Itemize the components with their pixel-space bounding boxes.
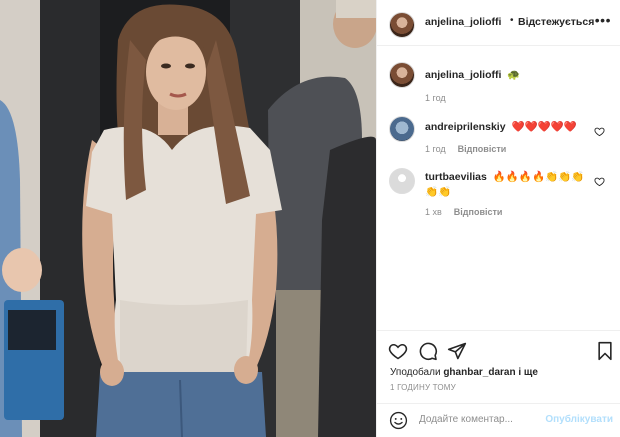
- bookmark-icon[interactable]: [595, 341, 615, 361]
- send-icon[interactable]: [447, 341, 467, 361]
- comment-time[interactable]: 1 год: [425, 144, 446, 154]
- post-photo-illustration: [0, 0, 376, 437]
- comment-icon[interactable]: [418, 341, 438, 361]
- comment-meta: 1 год Відповісти: [425, 144, 506, 154]
- likes-prefix: Уподобали: [390, 367, 441, 378]
- likes-summary: Уподобали ghanbar_daran і ще: [390, 367, 538, 378]
- caption-text-line: anjelina_jolioffi 🐢: [425, 68, 593, 83]
- more-horizontal-icon[interactable]: •••: [595, 13, 611, 27]
- likes-user[interactable]: ghanbar_daran: [443, 367, 515, 378]
- reply-button[interactable]: Відповісти: [454, 207, 503, 217]
- caption-text: 🐢: [507, 69, 521, 81]
- post-comment-button[interactable]: Опублікувати: [545, 414, 613, 425]
- commenter-username[interactable]: andreiprilenskiy: [425, 121, 506, 133]
- follow-status-button[interactable]: Відстежується: [518, 16, 594, 28]
- commenter-username[interactable]: turtbaevilias: [425, 171, 487, 183]
- like-comment-heart-icon[interactable]: [594, 126, 605, 137]
- comment-text-line: andreiprilenskiy ❤️❤️❤️❤️❤️: [425, 120, 593, 135]
- author-avatar[interactable]: [389, 12, 415, 38]
- comment-time[interactable]: 1 хв: [425, 207, 442, 217]
- like-comment-heart-icon[interactable]: [594, 176, 605, 187]
- comment-text: ❤️❤️❤️❤️❤️: [511, 121, 577, 133]
- emoji-smile-icon[interactable]: [389, 411, 408, 430]
- caption-avatar[interactable]: [389, 62, 415, 88]
- comment-meta: 1 хв Відповісти: [425, 207, 502, 217]
- caption-meta: 1 год: [425, 93, 446, 103]
- caption-time[interactable]: 1 год: [425, 93, 446, 103]
- post-photo[interactable]: [0, 0, 376, 437]
- add-comment-bar: Опублікувати: [377, 403, 620, 437]
- caption-username[interactable]: anjelina_jolioffi: [425, 69, 501, 81]
- post-header: anjelina_jolioffi • Відстежується •••: [377, 0, 620, 46]
- commenter-avatar[interactable]: [389, 116, 415, 142]
- post-sidebar: anjelina_jolioffi • Відстежується ••• an…: [376, 0, 620, 437]
- comment-text-line: turtbaevilias 🔥🔥🔥🔥👏👏👏👏👏: [425, 170, 593, 200]
- post-timestamp[interactable]: 1 ГОДИНУ ТОМУ: [390, 383, 456, 392]
- comment-input[interactable]: [419, 414, 547, 425]
- separator-dot: •: [510, 15, 514, 26]
- commenter-avatar[interactable]: [389, 168, 415, 194]
- reply-button[interactable]: Відповісти: [458, 144, 507, 154]
- likes-more-link[interactable]: і ще: [518, 367, 538, 378]
- heart-icon[interactable]: [388, 341, 408, 361]
- author-username[interactable]: anjelina_jolioffi: [425, 16, 501, 28]
